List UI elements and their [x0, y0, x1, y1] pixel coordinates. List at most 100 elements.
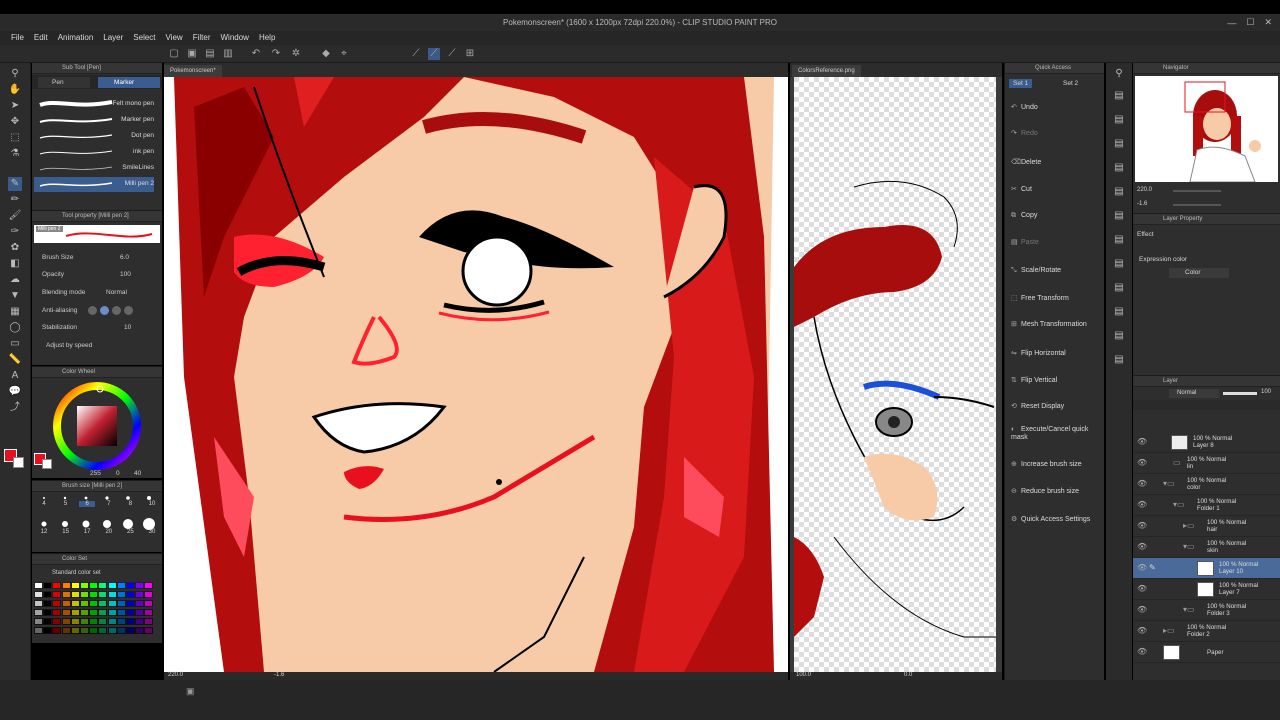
brush-smile-lines[interactable]: SmileLines: [34, 161, 154, 176]
color-swatch[interactable]: [126, 591, 135, 598]
color-swatch[interactable]: [34, 618, 43, 625]
layer-row[interactable]: 👁 ▾▭ 100 % Normal Folder 1: [1133, 495, 1280, 516]
color-swatch[interactable]: [61, 627, 71, 634]
move-tool-icon[interactable]: ✥: [8, 115, 22, 129]
color-swatch[interactable]: [144, 600, 154, 607]
color-swatch[interactable]: [43, 609, 53, 616]
selection-tool-icon[interactable]: ⬚: [8, 131, 22, 145]
ruler-tool-icon[interactable]: 📏: [8, 353, 22, 367]
color-swatch[interactable]: [52, 582, 62, 589]
quick-free-transform[interactable]: ⬚ Free Transform: [1011, 294, 1069, 302]
perspective-icon[interactable]: ⟋: [446, 48, 458, 60]
open-file-icon[interactable]: ▣: [186, 48, 198, 60]
quick-redo[interactable]: ↷ Redo: [1011, 129, 1038, 137]
stabilization-value[interactable]: 10: [124, 324, 131, 331]
brush-dot-pen[interactable]: Dot pen: [34, 129, 154, 144]
eye-icon[interactable]: 👁: [1137, 542, 1147, 551]
navigator-angle[interactable]: -1.6: [1137, 201, 1147, 207]
sub-color[interactable]: [42, 459, 52, 469]
layer-row[interactable]: 👁 ▾▭ 100 % Normal color: [1133, 474, 1280, 495]
color-swatch[interactable]: [144, 609, 154, 616]
sub-color-swatch[interactable]: [13, 457, 24, 468]
color-swatch[interactable]: [43, 582, 53, 589]
color-swatch[interactable]: [80, 609, 89, 616]
drawing-canvas[interactable]: [164, 77, 788, 672]
panel-icon-2[interactable]: ▤: [1112, 113, 1126, 127]
maximize-button[interactable]: ☐: [1246, 17, 1254, 28]
eye-icon[interactable]: 👁: [1137, 500, 1147, 509]
quick-delete[interactable]: ⌫Delete: [1011, 158, 1041, 166]
decoration-tool-icon[interactable]: ✿: [8, 241, 22, 255]
quick-quick-mask[interactable]: ◐ Execute/Cancel quick mask: [1011, 426, 1103, 442]
blend-tool-icon[interactable]: ☁: [8, 273, 22, 287]
panel-icon-11[interactable]: ▤: [1112, 329, 1126, 343]
color-swatch[interactable]: [43, 618, 53, 625]
gradient-tool-icon[interactable]: ▦: [8, 305, 22, 319]
color-swatch[interactable]: [135, 627, 145, 634]
color-swatch[interactable]: [98, 609, 108, 616]
hand-tool-icon[interactable]: ✋: [8, 83, 22, 97]
color-swatch[interactable]: [80, 582, 89, 589]
canvas-angle[interactable]: -1.6: [274, 672, 284, 678]
color-set-name[interactable]: Standard color set: [52, 570, 101, 576]
zoom-tool-icon[interactable]: ⚲: [8, 67, 22, 81]
color-swatch[interactable]: [126, 627, 135, 634]
snap-icon[interactable]: ⟋: [428, 48, 440, 60]
panel-icon-3[interactable]: ▤: [1112, 137, 1126, 151]
panel-icon-1[interactable]: ▤: [1112, 89, 1126, 103]
color-swatch[interactable]: [52, 618, 62, 625]
reference-zoom[interactable]: 100.0: [796, 672, 811, 678]
undo-icon[interactable]: ↶: [250, 48, 262, 60]
eraser-tool-icon[interactable]: ◧: [8, 257, 22, 271]
color-swatch[interactable]: [116, 591, 126, 598]
color-wheel[interactable]: [52, 381, 142, 471]
eye-icon[interactable]: 👁: [1137, 626, 1147, 635]
transform-icon[interactable]: ⌖: [338, 48, 350, 60]
menu-help[interactable]: Help: [254, 31, 280, 45]
color-swatch[interactable]: [98, 582, 108, 589]
quick-scale-rotate[interactable]: ⤡ Scale/Rotate: [1011, 267, 1061, 275]
color-swatch[interactable]: [61, 618, 71, 625]
color-swatch[interactable]: [135, 591, 145, 598]
color-swatch[interactable]: [89, 600, 99, 607]
eye-icon[interactable]: 👁: [1137, 605, 1147, 614]
blend-mode-select[interactable]: Normal: [1169, 389, 1219, 398]
set-1-tab[interactable]: Set 1: [1009, 79, 1033, 88]
panel-icon-12[interactable]: ▤: [1112, 353, 1126, 367]
color-swatch[interactable]: [89, 582, 99, 589]
color-swatch[interactable]: [116, 582, 126, 589]
layer-row[interactable]: 👁 100 % Normal Layer 7: [1133, 579, 1280, 600]
menu-select[interactable]: Select: [128, 31, 160, 45]
color-swatch[interactable]: [107, 600, 117, 607]
search-icon[interactable]: ⚲: [1112, 67, 1126, 81]
color-swatch[interactable]: [43, 627, 53, 634]
color-swatch[interactable]: [61, 591, 71, 598]
balloon-tool-icon[interactable]: 💬: [8, 385, 22, 399]
color-swatch[interactable]: [135, 609, 145, 616]
navigator-angle-slider[interactable]: [1173, 204, 1221, 206]
color-swatch[interactable]: [116, 627, 126, 634]
layer-opacity[interactable]: 100: [1261, 389, 1271, 395]
color-swatch[interactable]: [126, 618, 135, 625]
color-swatch[interactable]: [126, 600, 135, 607]
expression-color-select[interactable]: Color: [1169, 268, 1229, 278]
panel-icon-8[interactable]: ▤: [1112, 257, 1126, 271]
anti-aliasing-options[interactable]: [88, 306, 148, 315]
color-swatch[interactable]: [116, 618, 126, 625]
navigator-zoom[interactable]: 220.0: [1137, 187, 1152, 193]
color-swatch[interactable]: [80, 600, 89, 607]
blending-select[interactable]: Normal: [106, 289, 127, 296]
quick-mesh-transform[interactable]: ⊞ Mesh Transformation: [1011, 320, 1087, 328]
brush-ink-pen[interactable]: ink pen: [34, 145, 154, 160]
color-swatch[interactable]: [107, 582, 117, 589]
color-swatch[interactable]: [70, 591, 80, 598]
operation-tool-icon[interactable]: ➤: [8, 99, 22, 113]
color-swatch[interactable]: [144, 582, 154, 589]
eye-icon[interactable]: 👁: [1137, 647, 1147, 656]
figure-tool-icon[interactable]: ◯: [8, 321, 22, 335]
eye-icon[interactable]: 👁: [1137, 563, 1147, 572]
redo-icon[interactable]: ↷: [270, 48, 282, 60]
quick-reset-display[interactable]: ⟲ Reset Display: [1011, 402, 1064, 410]
color-swatch[interactable]: [107, 591, 117, 598]
opacity-value[interactable]: 100: [120, 271, 131, 278]
